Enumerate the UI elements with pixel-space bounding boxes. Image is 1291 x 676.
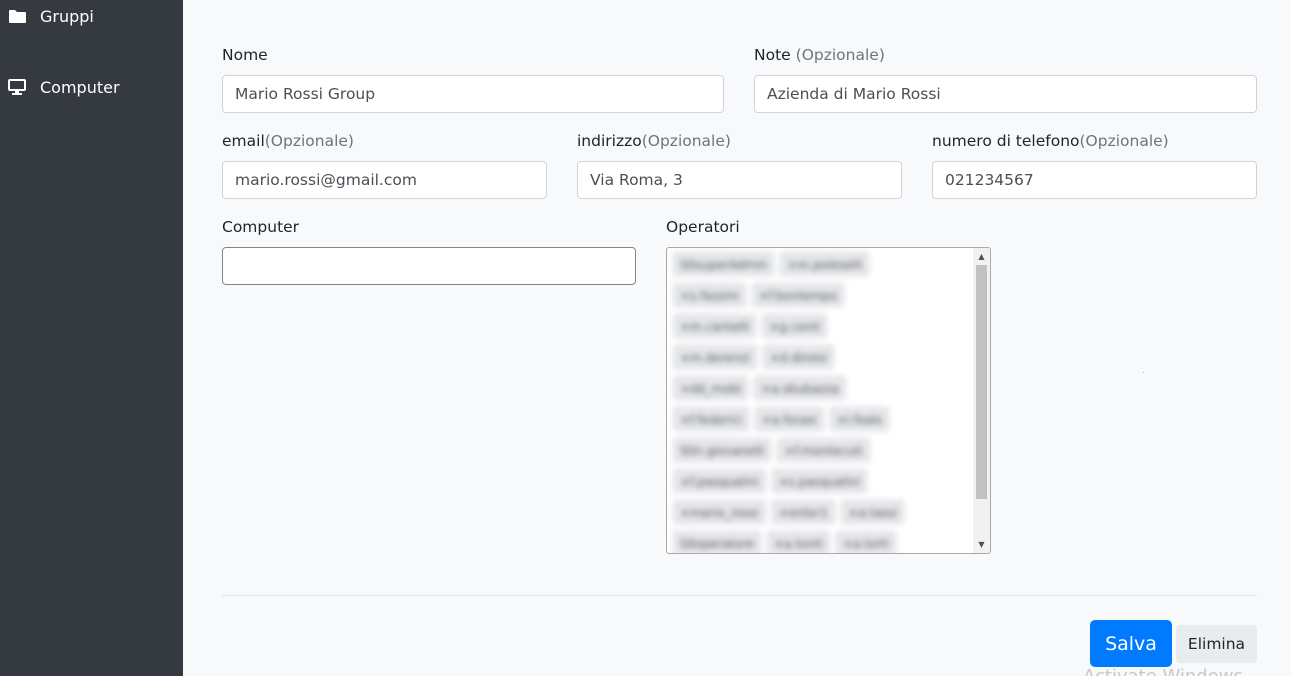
monitor-icon bbox=[8, 79, 26, 95]
operator-tag[interactable]: ×a.tassi bbox=[841, 500, 905, 524]
operator-tag[interactable]: ×mario_rossi bbox=[673, 500, 766, 524]
operator-tag[interactable]: ×enter1 bbox=[771, 500, 836, 524]
note-label: Note (Opzionale) bbox=[754, 46, 885, 64]
operator-tag[interactable]: ×l.foals bbox=[829, 407, 890, 431]
operators-label: Operatori bbox=[666, 218, 740, 236]
name-label: Nome bbox=[222, 46, 268, 64]
phone-input[interactable] bbox=[932, 161, 1257, 199]
operators-listbox[interactable]: S0superAdmin ×m.poleselli ×s.fazzini ×f.bon… bbox=[666, 247, 991, 554]
operator-tag[interactable]: ×a.forasi bbox=[755, 407, 824, 431]
email-input[interactable] bbox=[222, 161, 547, 199]
sidebar-item-gruppi[interactable]: Gruppi bbox=[0, 0, 183, 36]
address-input[interactable] bbox=[577, 161, 902, 199]
phone-label: numero di telefono(Opzionale) bbox=[932, 132, 1169, 150]
operator-row: ×dd_mobi ×a.sbubazza bbox=[673, 376, 973, 400]
scroll-down-icon[interactable]: ▼ bbox=[973, 536, 990, 553]
delete-button[interactable]: Elimina bbox=[1176, 625, 1257, 663]
activation-watermark: Activate Windows bbox=[1083, 666, 1243, 676]
operator-tag[interactable]: S0n.giovanelli bbox=[673, 438, 772, 462]
operator-tag[interactable]: ×a.torti bbox=[835, 531, 897, 553]
operator-tag[interactable]: ×d.dirolsi bbox=[762, 345, 835, 369]
operator-row: ×f.pasqualini ×s.pasqualini bbox=[673, 469, 973, 493]
operator-tag[interactable]: ×m.derenzi bbox=[673, 345, 757, 369]
sidebar-item-label: Gruppi bbox=[40, 6, 94, 26]
operator-row: S0operatore ×a.tonti ×a.torti bbox=[673, 531, 973, 553]
operator-row: ×m.derenzi ×d.dirolsi bbox=[673, 345, 973, 369]
computer-label: Computer bbox=[222, 218, 300, 236]
scrollbar-thumb[interactable] bbox=[976, 265, 987, 499]
divider bbox=[222, 595, 1257, 596]
operator-tag[interactable]: ×s.fazzini bbox=[673, 283, 746, 307]
operator-row: ×s.fazzini ×f.bontempo bbox=[673, 283, 973, 307]
scroll-up-icon[interactable]: ▲ bbox=[973, 248, 990, 265]
operator-tag[interactable]: ×s.pasqualini bbox=[771, 469, 868, 493]
operator-tag[interactable]: ×dd_mobi bbox=[673, 376, 749, 400]
operator-tag[interactable]: ×a.tonti bbox=[766, 531, 830, 553]
listbox-scrollbar[interactable]: ▲ ▼ bbox=[973, 248, 990, 553]
operator-tag[interactable]: ×f.pasqualini bbox=[673, 469, 766, 493]
group-form: Nome Note (Opzionale) email(Opzionale) i… bbox=[183, 0, 1291, 676]
computer-input[interactable] bbox=[222, 247, 636, 285]
save-button[interactable]: Salva bbox=[1090, 620, 1172, 667]
operator-tag[interactable]: ×f.montecuti bbox=[777, 438, 870, 462]
stray-dot bbox=[1143, 372, 1144, 373]
sidebar-item-label: Computer bbox=[40, 77, 120, 97]
email-label: email(Opzionale) bbox=[222, 132, 354, 150]
operator-row: ×f.federici ×a.forasi ×l.foals bbox=[673, 407, 973, 431]
note-input[interactable] bbox=[754, 75, 1257, 113]
operator-row: ×m.cantelli ×g.conti bbox=[673, 314, 973, 338]
operator-tag[interactable]: ×f.federici bbox=[673, 407, 750, 431]
operator-tag[interactable]: S0superAdmin bbox=[673, 252, 775, 276]
operator-row: S0n.giovanelli ×f.montecuti bbox=[673, 438, 973, 462]
operator-tag[interactable]: ×f.bontempo bbox=[751, 283, 845, 307]
address-label: indirizzo(Opzionale) bbox=[577, 132, 731, 150]
operator-tag[interactable]: ×a.sbubazza bbox=[754, 376, 846, 400]
operator-tag[interactable]: ×m.cantelli bbox=[673, 314, 757, 338]
folder-icon bbox=[8, 8, 26, 24]
operator-row: S0superAdmin ×m.poleselli bbox=[673, 252, 973, 276]
operator-row: ×mario_rossi ×enter1 ×a.tassi bbox=[673, 500, 973, 524]
operators-list: S0superAdmin ×m.poleselli ×s.fazzini ×f.bon… bbox=[673, 252, 973, 553]
name-input[interactable] bbox=[222, 75, 724, 113]
operator-tag[interactable]: ×m.poleselli bbox=[780, 252, 870, 276]
sidebar: Gruppi Computer bbox=[0, 0, 183, 676]
operator-tag[interactable]: S0operatore bbox=[673, 531, 761, 553]
operator-tag[interactable]: ×g.conti bbox=[762, 314, 828, 338]
sidebar-item-computer[interactable]: Computer bbox=[0, 67, 183, 107]
